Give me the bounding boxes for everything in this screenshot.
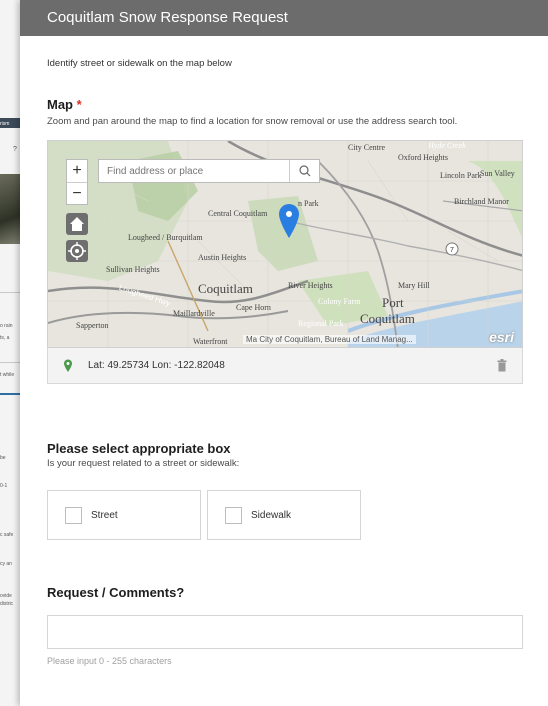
map-view[interactable]: 7 + − Find address or place City Centre … — [47, 140, 523, 348]
map-label-river-heights: River Heights — [288, 281, 333, 290]
background-text: t while — [0, 372, 15, 378]
background-text: 0-1 — [0, 483, 8, 489]
zoom-control: + − — [66, 159, 88, 205]
trash-icon[interactable] — [497, 359, 507, 372]
map-label-austin-heights: Austin Heights — [198, 253, 247, 262]
option-street-label: Street — [91, 509, 118, 521]
background-text: cy an — [0, 561, 12, 567]
esri-logo: esri — [489, 329, 514, 345]
map-question: Map * Zoom and pan around the map to fin… — [47, 97, 523, 384]
box-question-description: Is your request related to a street or s… — [47, 458, 240, 469]
background-text: o rain — [0, 323, 13, 329]
survey-form: Coquitlam Snow Response Request Identify… — [20, 0, 548, 706]
map-label-port-coquitlam: Coquitlam — [360, 311, 415, 326]
background-text: c safe — [0, 532, 14, 538]
map-label-town-park: n Park — [298, 199, 319, 208]
map-label-lincoln-park: Lincoln Park — [440, 171, 482, 180]
map-label-mary-hill: Mary Hill — [398, 281, 430, 290]
background-text: ? — [13, 146, 17, 153]
background-text: ts, a — [0, 335, 10, 341]
comment-question: Request / Comments? Please input 0 - 255… — [47, 585, 523, 666]
option-street[interactable]: Street — [47, 490, 201, 540]
map-label-colony-farm: Colony Farm — [318, 297, 361, 306]
box-question: Please select appropriate box Is your re… — [47, 441, 521, 540]
background-text: ovide — [0, 593, 12, 599]
coordinate-bar: Lat: 49.25734 Lon: -122.82048 — [47, 348, 523, 384]
background-text: distric — [0, 601, 14, 607]
map-label-port: Port — [382, 295, 404, 310]
map-attribution: Ma City of Coquitlam, Bureau of Land Man… — [243, 335, 416, 344]
address-search-input[interactable] — [99, 160, 289, 182]
highway-badge: 7 — [450, 247, 454, 254]
home-button[interactable] — [66, 213, 88, 235]
form-title: Coquitlam Snow Response Request — [20, 0, 548, 36]
option-sidewalk[interactable]: Sidewalk — [207, 490, 361, 540]
street-checkbox[interactable] — [65, 506, 82, 524]
map-label-coquitlam: Coquitlam — [198, 281, 253, 296]
map-label-cape-horn: Cape Horn — [236, 303, 271, 312]
search-button[interactable] — [289, 160, 319, 182]
home-icon — [70, 217, 84, 231]
comment-field[interactable] — [47, 615, 523, 649]
address-search — [98, 159, 320, 183]
comment-textarea[interactable] — [48, 616, 522, 648]
box-options: Street Sidewalk — [47, 490, 521, 540]
form-body: Identify street or sidewalk on the map b… — [20, 58, 548, 666]
search-icon — [299, 165, 311, 177]
background-text: rism — [0, 121, 10, 127]
map-label-central-coquitlam: Central Coquitlam — [208, 209, 268, 218]
locate-icon — [68, 242, 86, 260]
map-label-sullivan-heights: Sullivan Heights — [106, 265, 160, 274]
background-text: be — [0, 455, 6, 461]
zoom-out-button[interactable]: − — [67, 182, 87, 204]
map-label-oxford-heights: Oxford Heights — [398, 153, 448, 162]
comment-hint: Please input 0 - 255 characters — [47, 656, 172, 666]
locate-button[interactable] — [66, 240, 88, 262]
map-label-sun-valley: Sun Valley — [480, 169, 515, 178]
map-label-city-centre: City Centre — [348, 143, 386, 152]
required-mark: * — [76, 97, 82, 112]
map-label-maillardville: Maillardville — [173, 309, 215, 318]
location-pin-icon[interactable] — [278, 203, 300, 239]
map-label-lougheed-burquitlam: Lougheed / Burquitlam — [128, 233, 203, 242]
zoom-in-button[interactable]: + — [67, 160, 87, 182]
map-label-sapperton: Sapperton — [76, 321, 109, 330]
map-label-waterfront: Waterfront — [193, 337, 228, 346]
form-intro: Identify street or sidewalk on the map b… — [47, 58, 232, 69]
map-question-title: Map * — [47, 97, 521, 112]
map-label-birchland-manor: Birchland Manor — [454, 197, 509, 206]
map-label-hyde-creek: Hyde Creek — [428, 141, 466, 150]
map-question-label: Map — [47, 97, 73, 112]
comment-question-title: Request / Comments? — [47, 585, 185, 600]
map-label-regional-park: Regional Park — [298, 319, 344, 328]
box-question-title: Please select appropriate box — [47, 441, 231, 456]
coordinate-readout: Lat: 49.25734 Lon: -122.82048 — [88, 360, 225, 371]
sidewalk-checkbox[interactable] — [225, 506, 242, 524]
map-question-description: Zoom and pan around the map to find a lo… — [47, 116, 458, 127]
map-marker-icon — [64, 359, 72, 372]
option-sidewalk-label: Sidewalk — [251, 509, 292, 521]
